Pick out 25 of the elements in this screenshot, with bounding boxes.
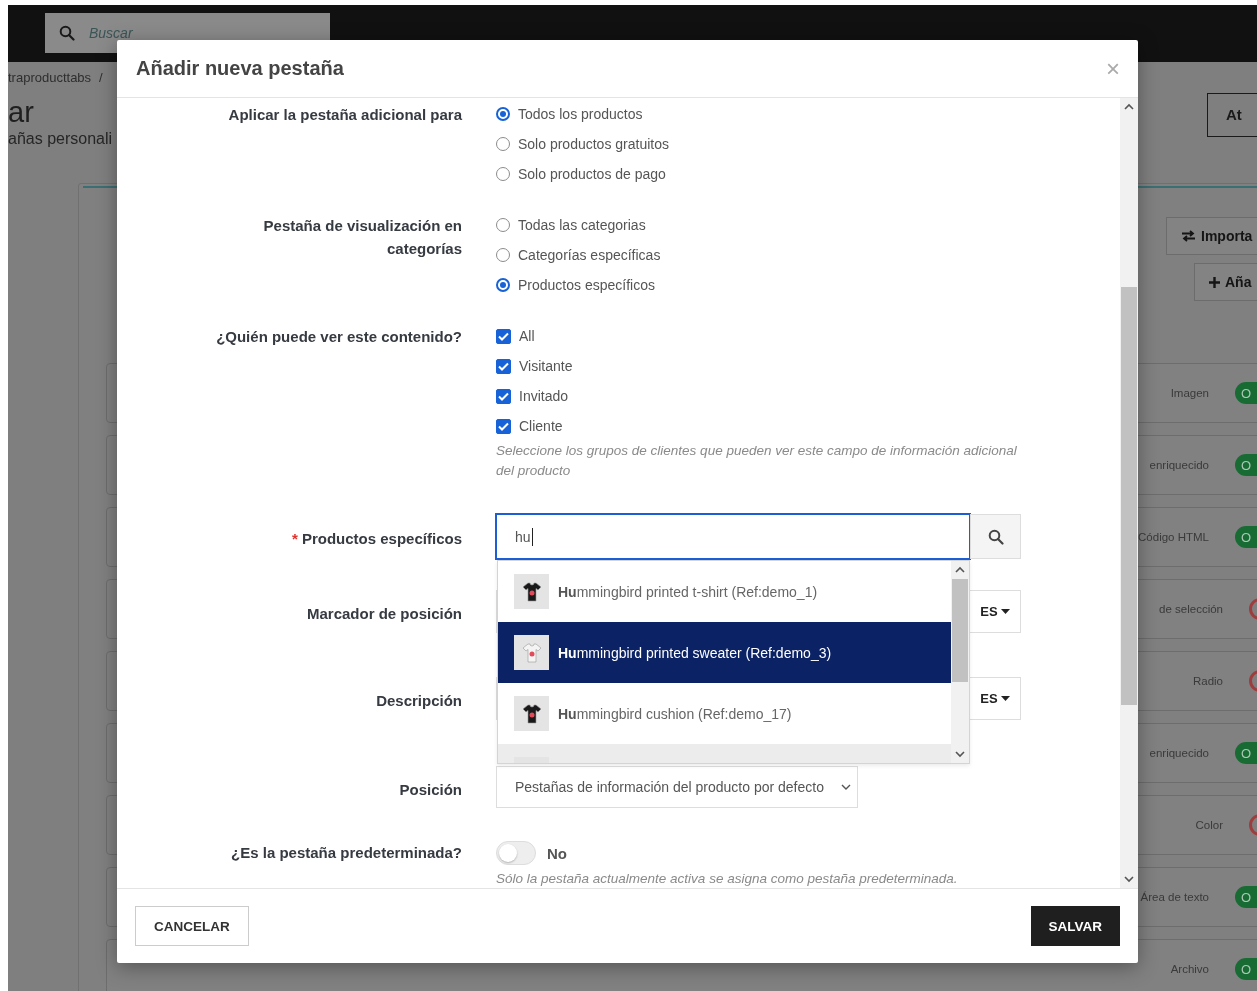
help-text: Sólo la pestaña actualmente activa se asigna como pestaña predeterminada.: [496, 870, 959, 888]
modal-title: Añadir nueva pestaña: [136, 57, 344, 80]
switch-state-label: No: [546, 844, 567, 862]
help-text: Seleccione los grupos de clientes que pueden ver este campo de información adicional del producto: [496, 442, 1018, 480]
field-label: Pestaña de visualización en categorías: [262, 216, 462, 259]
field-type: Archivo: [1170, 963, 1209, 975]
field-label: ¿Quién puede ver este contenido?: [216, 327, 462, 347]
field-type: enriquecido: [1149, 459, 1209, 471]
field-label: ¿Es la pestaña predeterminada?: [231, 843, 462, 863]
field-type: Radio: [1192, 675, 1223, 687]
page-title: ar: [8, 97, 35, 127]
breadcrumb-separator: /: [99, 70, 103, 85]
field-label: Marcador de posición: [306, 604, 462, 624]
field-label: Descripción: [376, 691, 462, 711]
field-type: enriquecido: [1149, 747, 1209, 759]
field-type: Color: [1195, 819, 1223, 831]
field-type: Código HTML: [1138, 531, 1209, 543]
field-type: Área de texto: [1140, 891, 1209, 903]
field-type: Imagen: [1170, 387, 1209, 399]
page-subtitle: añas personali: [8, 130, 113, 148]
field-label: Aplicar la pestaña adicional para: [228, 105, 462, 125]
required-mark: *: [291, 530, 298, 547]
field-type: de selección: [1159, 603, 1223, 615]
field-label: Productos específicos: [301, 530, 462, 547]
field-label: Posición: [399, 779, 462, 800]
